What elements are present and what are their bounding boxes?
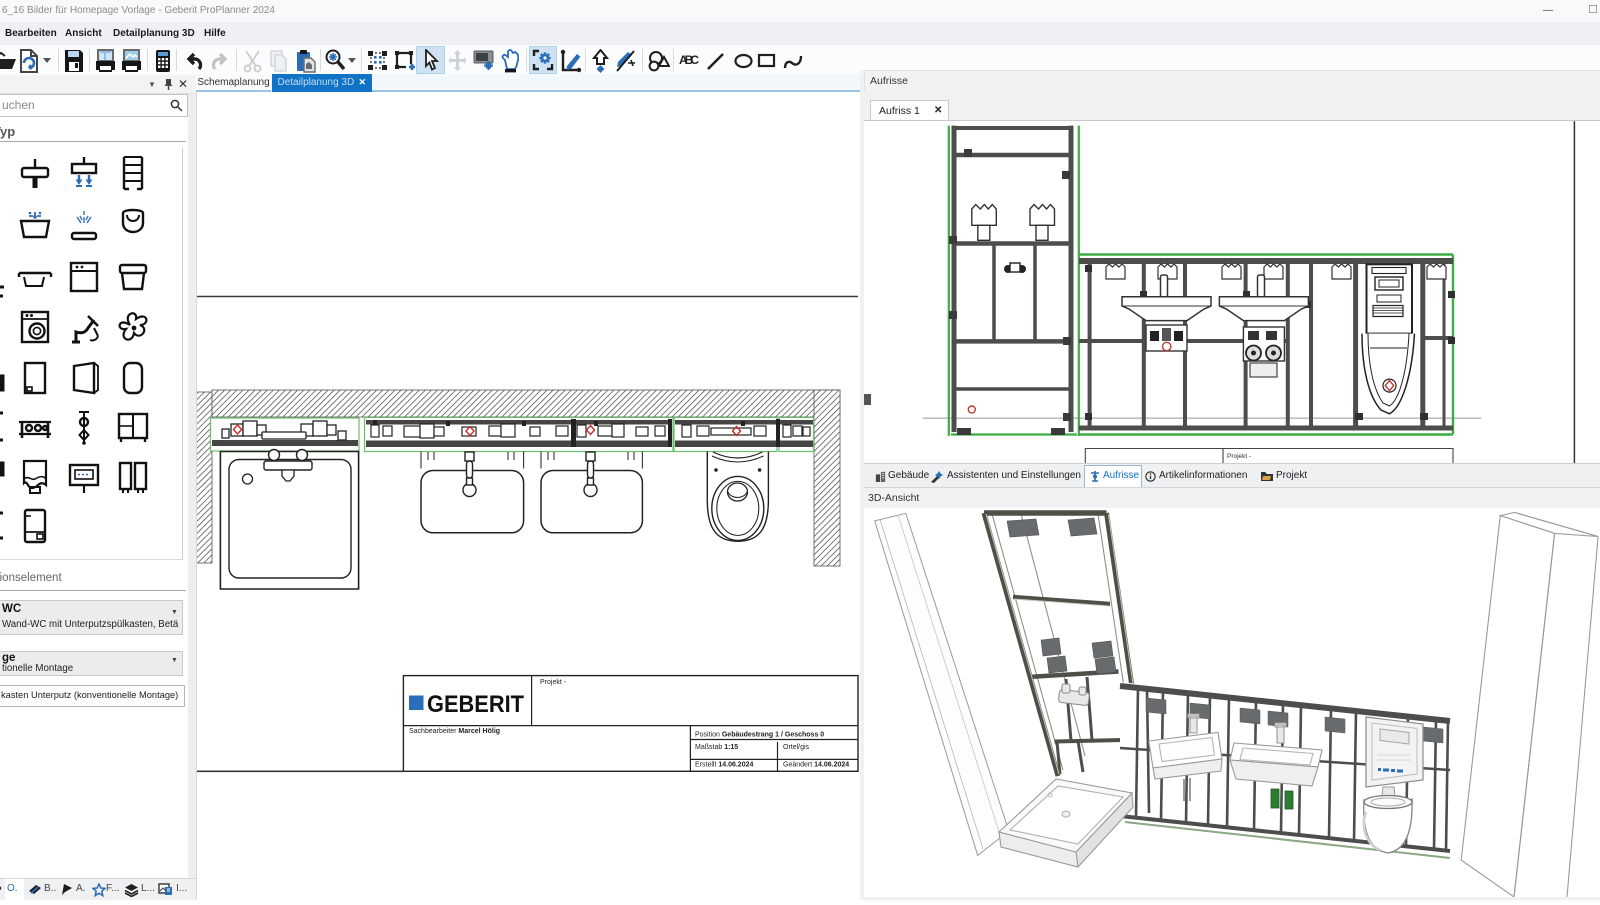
- svg-text:Projekt -: Projekt -: [540, 679, 567, 686]
- svg-text:Ortel/gis: Ortel/gis: [783, 744, 810, 751]
- svg-text:Geändert 14.06.2024: Geändert 14.06.2024: [783, 762, 849, 769]
- svg-text:Maßstab 1:15: Maßstab 1:15: [695, 744, 738, 751]
- svg-text:ABC: ABC: [679, 53, 699, 66]
- svg-text:Projekt -: Projekt -: [1227, 453, 1251, 460]
- svg-text:Erstellt 14.06.2024: Erstellt 14.06.2024: [695, 762, 753, 769]
- svg-text:Sachbearbeiter Marcel Hölig: Sachbearbeiter Marcel Hölig: [409, 728, 500, 735]
- svg-text:Position Gebäudestrang 1 / Ges: Position Gebäudestrang 1 / Geschoss 0: [695, 732, 824, 739]
- svg-text:GEBERIT: GEBERIT: [427, 691, 524, 718]
